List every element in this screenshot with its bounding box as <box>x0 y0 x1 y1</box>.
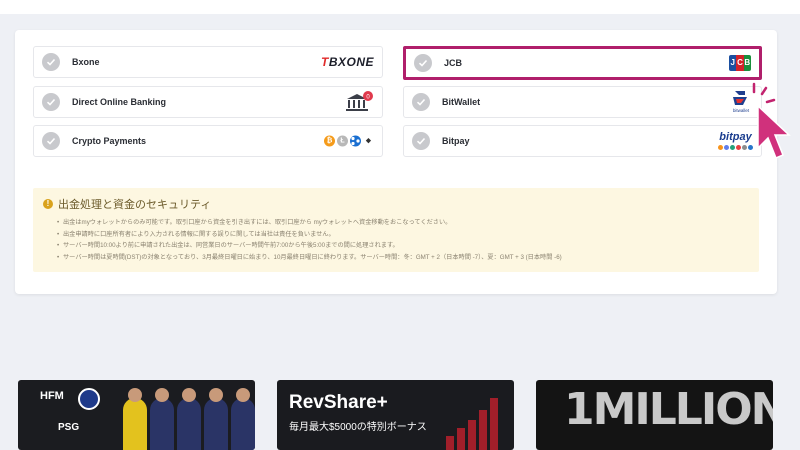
bar-graphic <box>446 398 498 450</box>
payment-option-label: Bitpay <box>442 136 470 146</box>
ethereum-icon: ◆ <box>363 135 374 147</box>
psg-badge-icon <box>78 388 100 410</box>
banner-revshare[interactable]: RevShare+ 毎月最大$5000の特別ボーナス <box>277 380 514 450</box>
radio-check-icon[interactable] <box>414 54 432 72</box>
radio-check-icon[interactable] <box>42 93 60 111</box>
radio-check-icon[interactable] <box>42 53 60 71</box>
radio-check-icon[interactable] <box>42 132 60 150</box>
bitcoin-icon: ₿ <box>324 135 335 147</box>
crypto-coins-icon: ₿ Ł ◆ <box>324 135 374 147</box>
notice-item: 出金はmyウォレットからのみ可能です。取引口座から資金を引き出すには、取引口座か… <box>57 217 749 229</box>
radio-check-icon[interactable] <box>412 93 430 111</box>
payment-option-bitpay[interactable]: Bitpay bitpay <box>403 125 762 157</box>
click-cursor-icon <box>752 82 791 159</box>
payment-option-label: Crypto Payments <box>72 136 147 146</box>
payment-option-direct-online-banking[interactable]: Direct Online Banking 0 <box>33 86 383 118</box>
payment-option-label: Bxone <box>72 57 100 67</box>
withdrawal-security-notice: ! 出金処理と資金のセキュリティ 出金はmyウォレットからのみ可能です。取引口座… <box>33 188 759 272</box>
payment-option-bxone[interactable]: Bxone TBXONE <box>33 46 383 78</box>
top-band <box>0 0 800 14</box>
banner-hfm-psg[interactable]: HFM PSG <box>18 380 255 450</box>
psg-label: PSG <box>58 422 80 433</box>
payment-option-label: JCB <box>444 58 463 68</box>
notice-list: 出金はmyウォレットからのみ可能です。取引口座から資金を引き出すには、取引口座か… <box>43 217 749 263</box>
notice-item: サーバー時間は夏時間(DST)の対象となっており、3月最終日曜日に始まり、10月… <box>57 252 749 264</box>
payment-option-label: BitWallet <box>442 97 481 107</box>
warning-icon: ! <box>43 199 53 209</box>
payment-option-jcb[interactable]: JCB J C B <box>403 46 762 80</box>
ripple-icon <box>350 135 361 147</box>
revshare-title: RevShare+ <box>289 392 388 413</box>
notice-item: 出金申請時に口座所有者により入力される情報に関する誤りに関しては当社は責任を負い… <box>57 229 749 241</box>
bank-icon: 0 <box>344 91 374 113</box>
hfm-logo: HFM <box>40 390 64 402</box>
radio-check-icon[interactable] <box>412 132 430 150</box>
notice-item: サーバー時間10:00より前に申請された出金は、同営業日のサーバー時間午前7:0… <box>57 240 749 252</box>
litecoin-icon: Ł <box>337 135 348 147</box>
payment-option-crypto-payments[interactable]: Crypto Payments ₿ Ł ◆ <box>33 125 383 157</box>
players-image <box>123 388 255 450</box>
payment-option-bitwallet[interactable]: BitWallet bitwallet <box>403 86 762 118</box>
payment-option-label: Direct Online Banking <box>72 97 167 107</box>
banner-1million[interactable]: 1MILLION <box>536 380 773 450</box>
bxone-logo: TBXONE <box>320 55 374 69</box>
notice-title: ! 出金処理と資金のセキュリティ <box>43 196 749 212</box>
jcb-logo: J C B <box>729 55 751 71</box>
million-title: 1MILLION <box>564 384 773 435</box>
revshare-subtitle: 毎月最大$5000の特別ボーナス <box>289 422 427 433</box>
notice-title-text: 出金処理と資金のセキュリティ <box>58 199 212 211</box>
